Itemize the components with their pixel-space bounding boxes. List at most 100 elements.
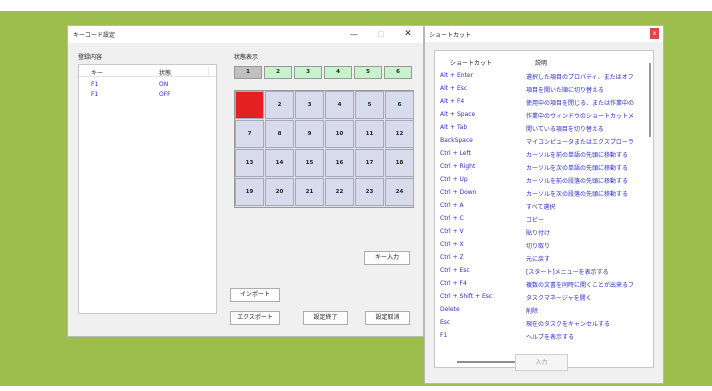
export-button[interactable]: エクスポート — [230, 311, 280, 325]
shortcut-description: すべて選択 — [526, 204, 556, 211]
shortcut-description: 項目を開いた順に切り替える — [526, 87, 604, 94]
list-item[interactable]: Alt + Enter 選択した項目のプロパティ、またはオフ — [435, 72, 645, 85]
key-cell-10[interactable]: 10 — [325, 120, 354, 148]
key-cell-17[interactable]: 17 — [355, 149, 384, 177]
key-cell-3[interactable]: 3 — [295, 91, 324, 119]
finish-settings-button[interactable]: 設定終了 — [303, 311, 348, 325]
shortcut-key: BackSpace — [440, 137, 473, 144]
key-cell-6[interactable]: 6 — [385, 91, 414, 119]
key-cell-19[interactable]: 19 — [235, 178, 264, 206]
list-item[interactable]: Ctrl + Right カーソルを次の単語の先頭に移動する — [435, 163, 645, 176]
key-cell-4[interactable]: 4 — [325, 91, 354, 119]
list-item[interactable]: Ctrl + F4 複数の文書を同時に開くことが出来るフ — [435, 280, 645, 293]
key-cell-1[interactable]: 1 — [235, 91, 264, 119]
shortcut-key: Esc — [440, 319, 451, 326]
status-button-3[interactable]: 3 — [294, 66, 322, 79]
key-value: F1 — [91, 91, 99, 98]
shortcut-key: Ctrl + V — [440, 228, 464, 235]
list-item[interactable]: Ctrl + Left カーソルを前の単語の先頭に移動する — [435, 150, 645, 163]
shortcut-description: コピー — [526, 217, 545, 224]
list-item[interactable]: Ctrl + A すべて選択 — [435, 202, 645, 215]
shortcut-description: 削除 — [526, 308, 539, 315]
list-item[interactable]: Ctrl + Esc [スタート]メニューを表示する — [435, 267, 645, 280]
key-cell-15[interactable]: 15 — [295, 149, 324, 177]
shortcut-key: Delete — [440, 306, 460, 313]
list-item[interactable]: Alt + F4 使用中の項目を閉じる、または作業中の — [435, 98, 645, 111]
shortcut-description: カーソルを次の段落の先頭に移動する — [526, 191, 629, 198]
shortcut-key: Alt + Space — [440, 111, 476, 118]
shortcut-key: Ctrl + X — [440, 241, 464, 248]
list-item[interactable]: Delete 削除 — [435, 306, 645, 319]
shortcut-key: Ctrl + Shift + Esc — [440, 293, 493, 300]
key-cell-22[interactable]: 22 — [325, 178, 354, 206]
key-cell-5[interactable]: 5 — [355, 91, 384, 119]
maximize-button[interactable]: □ — [374, 29, 388, 40]
shortcut-key: Alt + Enter — [440, 72, 474, 79]
key-cell-14[interactable]: 14 — [265, 149, 294, 177]
key-cell-2[interactable]: 2 — [265, 91, 294, 119]
status-button-1[interactable]: 1 — [234, 66, 262, 79]
key-cell-18[interactable]: 18 — [385, 149, 414, 177]
list-item[interactable]: F1 ON — [79, 81, 216, 90]
list-item[interactable]: Alt + Tab 開いている項目を切り替える — [435, 124, 645, 137]
shortcut-description: 選択した項目のプロパティ、またはオフ — [526, 74, 634, 81]
shortcut-key: Alt + Esc — [440, 85, 468, 92]
key-cell-21[interactable]: 21 — [295, 178, 324, 206]
list-item[interactable]: Ctrl + Up カーソルを前の段落の先頭に移動する — [435, 176, 645, 189]
key-value: F1 — [91, 81, 99, 88]
list-item[interactable]: Ctrl + Shift + Esc タスクマネージャを開く — [435, 293, 645, 306]
status-button-2[interactable]: 2 — [264, 66, 292, 79]
title-bar[interactable]: キーコード設定 — □ ✕ — [68, 26, 423, 43]
shortcut-key: Ctrl + Right — [440, 163, 476, 170]
column-divider — [208, 67, 209, 77]
column-header-shortcut: ショートカット — [450, 60, 493, 67]
list-item[interactable]: Esc 現在のタスクをキャンセルする — [435, 319, 645, 332]
key-cell-24[interactable]: 24 — [385, 178, 414, 206]
key-cell-20[interactable]: 20 — [265, 178, 294, 206]
status-button-5[interactable]: 5 — [354, 66, 382, 79]
key-cell-16[interactable]: 16 — [325, 149, 354, 177]
list-item[interactable]: F1 OFF — [79, 91, 216, 100]
list-item[interactable]: F1 ヘルプを表示する — [435, 332, 645, 345]
shortcut-description: 貼り付け — [526, 230, 551, 237]
shortcut-key: Ctrl + C — [440, 215, 464, 222]
status-button-6[interactable]: 6 — [384, 66, 412, 79]
column-header-description: 説明 — [535, 60, 548, 67]
import-button[interactable]: インポート — [230, 288, 280, 302]
list-item[interactable]: Ctrl + X 切り取り — [435, 241, 645, 254]
title-bar[interactable]: ショートカット x — [425, 26, 663, 42]
shortcut-key: Ctrl + Z — [440, 254, 464, 261]
key-cell-8[interactable]: 8 — [265, 120, 294, 148]
shortcut-key: Alt + F4 — [440, 98, 465, 105]
list-item[interactable]: Ctrl + V 貼り付け — [435, 228, 645, 241]
close-button[interactable]: x — [650, 28, 659, 39]
key-cell-11[interactable]: 11 — [355, 120, 384, 148]
key-grid: 1 2 3 4 5 6 7 8 9 10 11 12 13 14 15 16 1… — [234, 90, 414, 208]
shortcut-description: 作業中のウィンドウのショートカットメ — [526, 113, 635, 120]
shortcut-description: カーソルを前の単語の先頭に移動する — [526, 152, 629, 159]
key-cell-23[interactable]: 23 — [355, 178, 384, 206]
list-item[interactable]: Ctrl + C コピー — [435, 215, 645, 228]
key-cell-7[interactable]: 7 — [235, 120, 264, 148]
input-button[interactable]: 入力 — [515, 354, 568, 371]
key-cell-12[interactable]: 12 — [385, 120, 414, 148]
key-input-button[interactable]: キー入力 — [364, 251, 410, 265]
key-cell-9[interactable]: 9 — [295, 120, 324, 148]
list-item[interactable]: Ctrl + Z 元に戻す — [435, 254, 645, 267]
close-button[interactable]: ✕ — [401, 29, 415, 40]
shortcut-description: 現在のタスクをキャンセルする — [526, 321, 611, 328]
list-item[interactable]: Alt + Esc 項目を開いた順に切り替える — [435, 85, 645, 98]
shortcut-list[interactable]: ショートカット 説明 Alt + Enter 選択した項目のプロパティ、またはオフ… — [434, 50, 654, 368]
registered-label: 登録内容 — [78, 54, 103, 61]
status-button-4[interactable]: 4 — [324, 66, 352, 79]
minimize-button[interactable]: — — [347, 29, 361, 40]
list-item[interactable]: BackSpace マイコンピュータまたはエクスプローラ — [435, 137, 645, 150]
cancel-settings-button[interactable]: 設定取消 — [365, 311, 410, 325]
shortcut-description: ヘルプを表示する — [526, 334, 575, 341]
vertical-scrollbar[interactable] — [649, 63, 651, 137]
list-item[interactable]: Ctrl + Down カーソルを次の段落の先頭に移動する — [435, 189, 645, 202]
shortcut-key: F1 — [440, 332, 448, 339]
list-item[interactable]: Alt + Space 作業中のウィンドウのショートカットメ — [435, 111, 645, 124]
key-cell-13[interactable]: 13 — [235, 149, 264, 177]
registered-list[interactable]: キー 状態 F1 ON F1 OFF — [78, 64, 217, 314]
